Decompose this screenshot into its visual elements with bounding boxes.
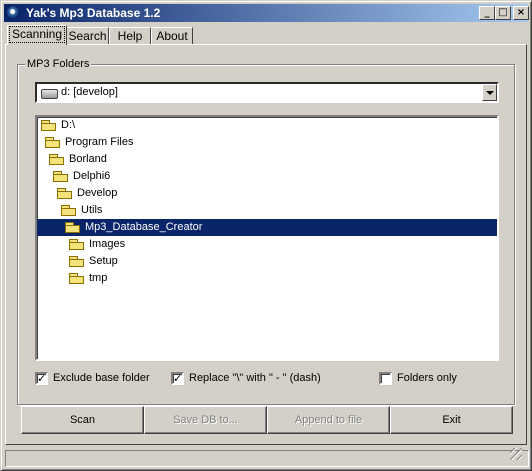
tab-about-label: About <box>156 29 188 43</box>
tab-scanning[interactable]: Scanning <box>7 25 67 45</box>
folders-only-checkbox[interactable] <box>379 372 392 385</box>
tree-node-label: Develop <box>77 187 118 199</box>
drive-select[interactable]: d: [develop] <box>35 82 499 103</box>
scan-button[interactable]: Scan <box>21 406 144 434</box>
tab-search[interactable]: Search <box>66 27 109 44</box>
folder-open-icon <box>57 188 72 199</box>
replace-backslash-checkbox[interactable]: ✓ <box>171 372 184 385</box>
folder-open-icon <box>41 120 56 131</box>
tree-node[interactable]: Delphi6 <box>51 168 251 185</box>
folder-icon <box>69 256 84 267</box>
folder-tree[interactable]: D:\ Program Files Borland Delphi6 Develo… <box>35 115 499 361</box>
append-to-file-button[interactable]: Append to file <box>267 406 390 434</box>
tree-node-label: Setup <box>89 255 118 267</box>
tree-node[interactable]: Develop <box>55 185 255 202</box>
status-bar <box>5 448 529 467</box>
folder-open-icon <box>61 205 76 216</box>
exclude-base-folder-checkbox[interactable]: ✓ <box>35 372 48 385</box>
tab-scanning-label: Scanning <box>8 26 66 43</box>
window-title: Yak's Mp3 Database 1.2 <box>26 6 161 20</box>
exclude-base-folder-label: Exclude base folder <box>53 372 150 384</box>
tree-node-label: Utils <box>81 204 103 216</box>
tree-node-label: D:\ <box>61 119 76 131</box>
tree-node-selected[interactable]: Mp3_Database_Creator <box>37 219 497 236</box>
group-caption: MP3 Folders <box>25 58 92 71</box>
chevron-down-icon[interactable] <box>482 84 497 101</box>
app-window: Yak's Mp3 Database 1.2 _ □ × Scanning Se… <box>0 0 532 471</box>
drive-icon <box>41 89 58 99</box>
folder-open-icon <box>65 222 80 233</box>
tree-node[interactable]: D:\ <box>39 117 239 134</box>
folders-only-label: Folders only <box>397 372 457 384</box>
tree-node[interactable]: Borland <box>47 151 247 168</box>
tree-node-label: Delphi6 <box>73 170 111 182</box>
folder-open-icon <box>49 154 64 165</box>
tree-node[interactable]: Utils <box>59 202 259 219</box>
tree-node-label: Program Files <box>65 136 134 148</box>
tree-node[interactable]: Images <box>67 236 267 253</box>
tree-node[interactable]: Program Files <box>43 134 243 151</box>
tab-about[interactable]: About <box>151 27 193 44</box>
folder-icon <box>69 239 84 250</box>
tree-node-label: Images <box>89 238 126 250</box>
exit-button[interactable]: Exit <box>390 406 513 434</box>
tab-help[interactable]: Help <box>109 27 151 44</box>
drive-select-value: d: [develop] <box>61 86 118 98</box>
folder-open-icon <box>53 171 68 182</box>
app-icon <box>7 6 21 20</box>
tree-node-label: Borland <box>69 153 107 165</box>
maximize-button[interactable]: □ <box>495 6 511 20</box>
title-bar[interactable]: Yak's Mp3 Database 1.2 _ □ × <box>4 4 529 22</box>
replace-backslash-label: Replace "\" with " - " (dash) <box>189 372 321 384</box>
resize-grip-icon[interactable] <box>510 448 522 460</box>
folder-open-icon <box>45 137 60 148</box>
tree-node-label: tmp <box>89 272 108 284</box>
tree-node[interactable]: Setup <box>67 253 267 270</box>
folder-icon <box>69 273 84 284</box>
tree-node-label: Mp3_Database_Creator <box>85 221 203 233</box>
tab-search-label: Search <box>68 29 107 43</box>
save-db-button[interactable]: Save DB to... <box>144 406 267 434</box>
tree-node[interactable]: tmp <box>67 270 267 287</box>
tab-help-label: Help <box>117 29 143 43</box>
minimize-button[interactable]: _ <box>479 6 495 20</box>
close-button[interactable]: × <box>513 6 529 20</box>
